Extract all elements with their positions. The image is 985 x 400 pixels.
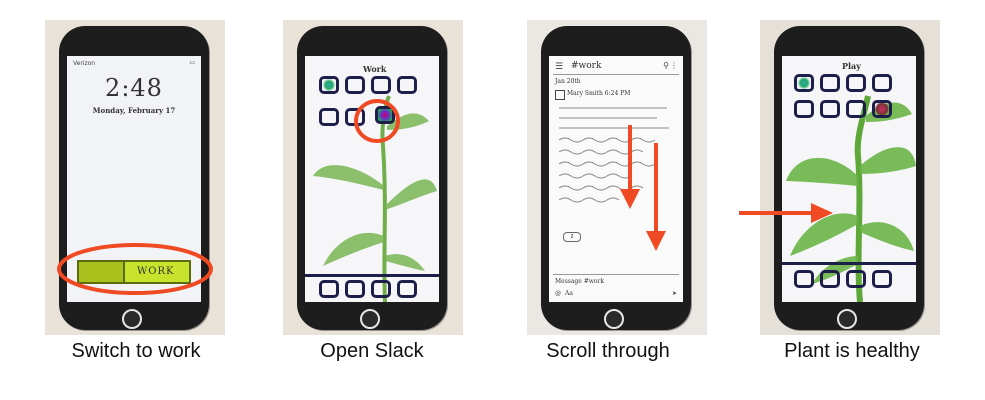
- caption: Scroll through: [546, 340, 670, 362]
- avatar: [555, 90, 565, 100]
- dock-icon[interactable]: [872, 270, 892, 288]
- app-icon[interactable]: [371, 76, 391, 94]
- home-button[interactable]: [122, 309, 142, 329]
- home-button[interactable]: [360, 309, 380, 329]
- lock-time: 2:48: [105, 74, 163, 102]
- app-icon[interactable]: [846, 100, 866, 118]
- reaction-count: 2: [570, 234, 574, 240]
- home-button[interactable]: [604, 309, 624, 329]
- app-icon[interactable]: [794, 74, 814, 92]
- dock-divider: [305, 274, 439, 277]
- more-icon[interactable]: ⋮: [670, 61, 678, 70]
- phone-body: Work: [297, 26, 447, 330]
- app-icon[interactable]: [319, 108, 339, 126]
- highlight-circle: [354, 99, 400, 143]
- app-icon[interactable]: [397, 76, 417, 94]
- app-icon[interactable]: [872, 100, 892, 118]
- send-icon[interactable]: ➤: [672, 290, 677, 297]
- dock-icon[interactable]: [345, 280, 365, 298]
- header-divider: [553, 74, 679, 75]
- dock-icon[interactable]: [371, 280, 391, 298]
- message-date: Jan 20th: [555, 78, 581, 85]
- home-button[interactable]: [837, 309, 857, 329]
- reaction-badge[interactable]: 2: [563, 232, 581, 242]
- phone-photo: Work: [283, 20, 463, 335]
- message-input[interactable]: Message #work: [555, 278, 604, 285]
- scroll-arrows: [620, 125, 666, 251]
- format-label: Aa: [565, 290, 573, 297]
- screen-label: Work: [363, 64, 387, 74]
- dock-icon[interactable]: [846, 270, 866, 288]
- phone-photo: Play: [760, 20, 940, 335]
- app-icon[interactable]: [820, 74, 840, 92]
- caption: Plant is healthy: [784, 340, 920, 362]
- channel-name: #work: [571, 61, 602, 71]
- app-icon[interactable]: [846, 74, 866, 92]
- message-author: Mary Smith 6:24 PM: [567, 90, 631, 97]
- caption: Open Slack: [320, 340, 424, 362]
- dock-icon[interactable]: [397, 280, 417, 298]
- input-divider: [553, 274, 679, 275]
- phone-body: Play: [774, 26, 924, 330]
- dock-icon[interactable]: [794, 270, 814, 288]
- app-icon[interactable]: [319, 76, 339, 94]
- phone-screen: Play: [782, 56, 916, 302]
- menu-icon[interactable]: ☰: [555, 62, 563, 72]
- app-icon[interactable]: [794, 100, 814, 118]
- app-icon[interactable]: [820, 100, 840, 118]
- plant-drawing: [786, 95, 916, 302]
- dock-icon[interactable]: [319, 280, 339, 298]
- dock-divider: [782, 262, 916, 265]
- search-icon[interactable]: ⚲: [663, 61, 669, 70]
- app-icon[interactable]: [345, 76, 365, 94]
- screen-label: Play: [842, 61, 861, 71]
- app-icon[interactable]: [872, 74, 892, 92]
- dock-icon[interactable]: [820, 270, 840, 288]
- phone-screen: Work: [305, 56, 439, 302]
- battery-icon: ▭: [189, 59, 195, 66]
- attach-icon[interactable]: @: [555, 290, 561, 297]
- carrier-label: Verizon: [73, 60, 96, 67]
- lock-date: Monday, February 17: [92, 106, 176, 115]
- caption: Switch to work: [71, 340, 201, 362]
- highlight-ellipse: [57, 243, 213, 295]
- pointer-arrow: [739, 203, 833, 223]
